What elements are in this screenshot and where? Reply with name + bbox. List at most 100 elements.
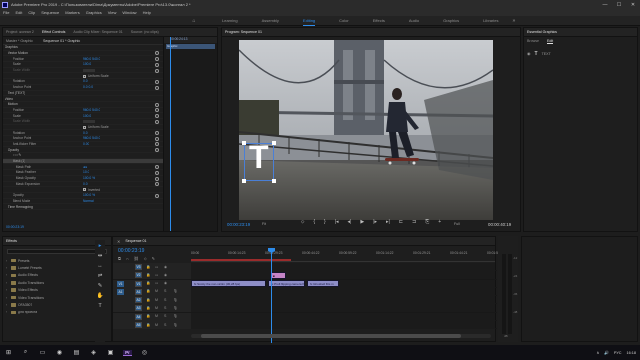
toggle-animation-stopwatch-icon[interactable] (155, 165, 159, 170)
timeline-timecode[interactable]: 00:00:23:19 (118, 248, 144, 254)
work-area-bar[interactable] (191, 259, 291, 261)
eye-icon[interactable]: ◉ (164, 281, 167, 285)
go-to-in-icon[interactable]: |◂ (335, 219, 339, 225)
mute-icon[interactable]: M (155, 289, 158, 293)
lock-icon[interactable]: 🔒 (146, 273, 150, 277)
toggle-animation-stopwatch-icon[interactable] (155, 176, 159, 181)
home-icon[interactable]: ⌂ (190, 18, 198, 24)
mask-shape-tools[interactable]: ○ □ ✎ (13, 153, 22, 157)
track-target-toggle[interactable]: A3 (135, 305, 142, 312)
menu-sequence[interactable]: Sequence (41, 10, 59, 15)
mark-in-icon[interactable]: { (313, 219, 315, 225)
mute-icon[interactable]: M (155, 314, 158, 318)
subtab-edit[interactable]: Edit (546, 39, 554, 44)
toggle-animation-stopwatch-icon[interactable] (155, 79, 159, 84)
effects-folder-item[interactable]: › Lumetri Presets (6, 264, 44, 271)
resize-handle[interactable] (272, 141, 276, 145)
toggle-animation-stopwatch-icon[interactable] (155, 131, 159, 136)
close-button[interactable]: ✕ (626, 2, 640, 8)
tab-project[interactable]: Project: жонгал 2 (6, 30, 34, 34)
source-patch-toggle[interactable]: V1 (117, 280, 124, 287)
menu-markers[interactable]: Markers (65, 10, 79, 15)
play-icon[interactable]: ▶ (360, 219, 364, 225)
language-indicator[interactable]: РУС (614, 351, 622, 355)
workspace-color[interactable]: Color (339, 18, 349, 23)
effects-folder-item[interactable]: › для проекта (6, 309, 44, 316)
timeline-ruler[interactable]: 00:00 00:00:14:23 00:00:29:23 00:00:44:22 00… (191, 248, 503, 262)
source-patch-toggle[interactable]: A1 (117, 288, 124, 295)
effect-property-row[interactable]: Time Remapping (3, 204, 163, 210)
graphic-text-overlay[interactable]: T (249, 140, 269, 174)
solo-icon[interactable]: S (164, 314, 166, 318)
track-target-toggle[interactable]: V3 (135, 264, 142, 270)
property-value[interactable]: Normal (83, 199, 94, 203)
search-icon[interactable]: ⌕ (21, 349, 30, 356)
expand-arrow-icon[interactable]: › (6, 273, 9, 277)
tab-audio-clip-mixer[interactable]: Audio Clip Mixer: Sequence 01 (73, 30, 122, 34)
mark-out-icon[interactable]: } (324, 219, 326, 225)
menu-view[interactable]: View (108, 10, 117, 15)
toggle-animation-stopwatch-icon[interactable] (155, 182, 159, 187)
task-view-icon[interactable]: ▭ (38, 349, 47, 356)
expand-arrow-icon[interactable]: › (6, 259, 9, 263)
lock-icon[interactable]: 🔒 (146, 323, 150, 327)
add-marker-icon[interactable]: ⬦ (144, 256, 147, 261)
solo-icon[interactable]: S (164, 306, 166, 310)
close-tab-icon[interactable]: ✕ (117, 239, 120, 244)
track-target-toggle[interactable]: V2 (135, 272, 142, 279)
tab-source[interactable]: Source: (no clips) (131, 30, 159, 34)
lock-icon[interactable]: 🔒 (146, 289, 150, 293)
expand-arrow-icon[interactable]: › (6, 266, 9, 270)
mic-icon[interactable]: 🎙 (173, 314, 178, 318)
add-button-icon[interactable]: + (438, 219, 441, 225)
toggle-animation-stopwatch-icon[interactable] (155, 119, 159, 124)
property-value[interactable]: 100.0 (83, 62, 91, 66)
lock-icon[interactable]: 🔒 (146, 314, 150, 318)
sync-icon[interactable]: ▭ (155, 281, 158, 285)
eye-icon[interactable]: ◉ (164, 273, 167, 277)
video-clip[interactable]: fx Ghosbell flits m (307, 280, 339, 288)
toggle-animation-stopwatch-icon[interactable] (155, 193, 159, 198)
maximize-button[interactable]: ☐ (612, 2, 626, 8)
track-target-toggle[interactable]: A2 (135, 297, 142, 304)
video-clip[interactable]: fx Scotty the non-victim (30,28 fps) (191, 280, 266, 288)
sync-icon[interactable]: ▭ (155, 273, 158, 277)
mic-icon[interactable]: 🎙 (173, 298, 178, 302)
workspace-learning[interactable]: Learning (222, 18, 238, 23)
mic-icon[interactable]: 🎙 (173, 306, 178, 310)
toggle-animation-stopwatch-icon[interactable] (155, 85, 159, 90)
selection-tool-icon[interactable]: ▸ (99, 243, 102, 249)
resize-handle[interactable] (272, 179, 276, 183)
toggle-animation-stopwatch-icon[interactable] (155, 170, 159, 175)
solo-icon[interactable]: S (164, 289, 166, 293)
checkbox[interactable] (83, 74, 86, 78)
app-icon[interactable]: ◈ (89, 349, 98, 356)
track-target-toggle[interactable]: A5 (135, 322, 142, 329)
graphic-layer-row[interactable]: ◉ T TEXT (527, 50, 635, 57)
graphic-clip[interactable]: ■ (270, 271, 286, 279)
premiere-taskbar-icon[interactable]: Pr (123, 349, 132, 356)
lock-icon[interactable]: 🔒 (146, 281, 150, 285)
effects-folder-item[interactable]: › Presets (6, 257, 44, 264)
property-value[interactable]: 960.0 540.0 (83, 136, 100, 140)
sync-icon[interactable]: ▭ (155, 265, 158, 269)
checkbox[interactable] (83, 125, 86, 129)
workspace-graphics[interactable]: Graphics (443, 18, 459, 23)
tab-effects[interactable]: Effects (6, 239, 17, 243)
toggle-animation-stopwatch-icon[interactable] (155, 148, 159, 153)
toggle-animation-stopwatch-icon[interactable] (155, 114, 159, 119)
eye-icon[interactable]: ◉ (164, 265, 167, 269)
sequence-clip-label[interactable]: Sequence 01 * Graphic (43, 39, 80, 43)
expand-arrow-icon[interactable]: › (6, 303, 9, 307)
step-forward-icon[interactable]: |▸ (373, 219, 377, 225)
workspace-assembly[interactable]: Assembly (262, 18, 279, 23)
file-explorer-icon[interactable]: ▤ (72, 349, 81, 356)
property-value[interactable]: 100.0 % (83, 193, 95, 197)
menu-help[interactable]: Help (143, 10, 151, 15)
track-lane[interactable]: ■ (191, 271, 495, 280)
timeline-playhead[interactable] (271, 248, 272, 343)
mic-icon[interactable]: 🎙 (173, 289, 178, 293)
workspace-editing[interactable]: Editing (302, 18, 316, 26)
pen-tool-icon[interactable]: ✎ (98, 283, 103, 289)
master-clip-label[interactable]: Master * Graphic (6, 39, 33, 43)
